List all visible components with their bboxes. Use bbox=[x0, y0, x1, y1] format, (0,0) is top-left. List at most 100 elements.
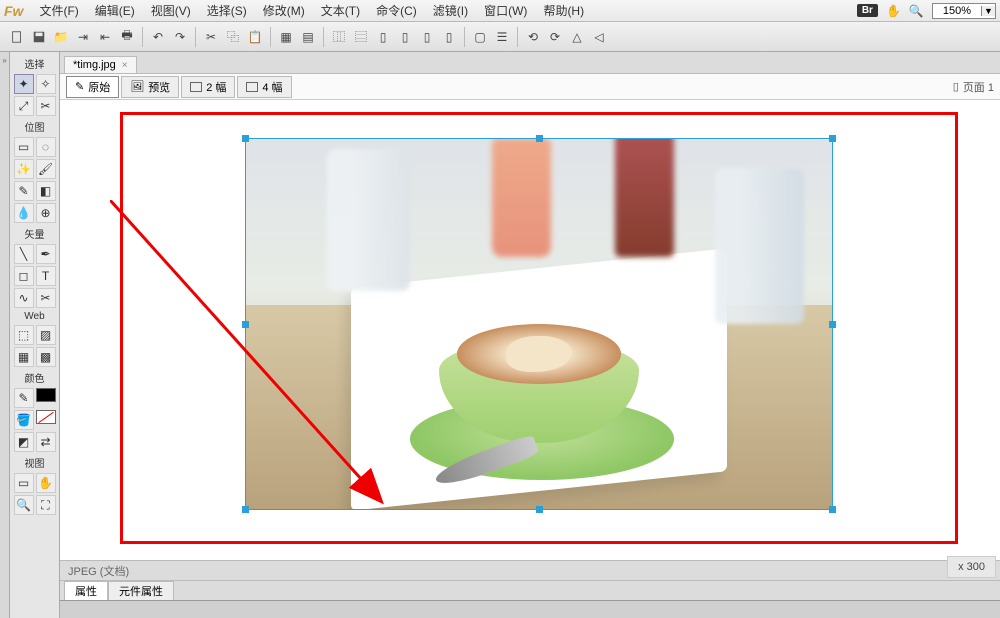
stamp-tool[interactable]: ⊕ bbox=[36, 203, 56, 223]
new-icon[interactable] bbox=[8, 28, 26, 46]
crop-tool[interactable]: ✂ bbox=[36, 96, 56, 116]
tools-color-label: 颜色 bbox=[25, 370, 45, 385]
resize-handle-bm[interactable] bbox=[536, 506, 543, 513]
zoom-icon[interactable]: 🔍 bbox=[909, 4, 924, 18]
layer-icon[interactable]: ▦ bbox=[277, 28, 295, 46]
view-2up-label: 2 幅 bbox=[206, 79, 226, 95]
save-icon[interactable] bbox=[30, 28, 48, 46]
menu-view[interactable]: 视图(V) bbox=[145, 0, 197, 21]
flip-v-icon[interactable]: ◁ bbox=[590, 28, 608, 46]
zoom-select[interactable]: 150% ▼ bbox=[932, 3, 996, 19]
arrange1-icon[interactable]: ▢ bbox=[471, 28, 489, 46]
menu-edit[interactable]: 编辑(E) bbox=[89, 0, 141, 21]
undo-icon[interactable]: ↶ bbox=[149, 28, 167, 46]
knife-tool[interactable]: ✂ bbox=[36, 288, 56, 308]
selection-bounds[interactable] bbox=[245, 138, 833, 510]
align4-icon[interactable]: ▯ bbox=[440, 28, 458, 46]
rotate1-icon[interactable]: ⟲ bbox=[524, 28, 542, 46]
doc-tab[interactable]: *timg.jpg × bbox=[64, 56, 137, 73]
view-bar: ✎ 原始 🖼 预览 2 幅 4 幅 ▯ 页面 1 bbox=[60, 74, 1000, 100]
stroke-picker[interactable]: ✎ bbox=[14, 388, 34, 408]
slice-tool[interactable]: ▨ bbox=[36, 325, 56, 345]
subselect-tool[interactable]: ✧ bbox=[36, 74, 56, 94]
eraser-tool[interactable]: ◧ bbox=[36, 181, 56, 201]
menu-filters[interactable]: 滤镜(I) bbox=[427, 0, 474, 21]
rotate2-icon[interactable]: ⟳ bbox=[546, 28, 564, 46]
screen-mode-tool[interactable]: ▭ bbox=[14, 473, 34, 493]
align2-icon[interactable]: ▯ bbox=[396, 28, 414, 46]
arrange2-icon[interactable]: ☰ bbox=[493, 28, 511, 46]
scale-tool[interactable]: ⤢ bbox=[14, 96, 34, 116]
print-icon[interactable]: 🖶 bbox=[118, 28, 136, 46]
hand-tool[interactable]: ✋ bbox=[36, 473, 56, 493]
swap-colors[interactable]: ⇄ bbox=[36, 432, 56, 452]
flip-h-icon[interactable]: △ bbox=[568, 28, 586, 46]
brush-tool[interactable]: 🖌 bbox=[36, 159, 56, 179]
resize-handle-mr[interactable] bbox=[829, 321, 836, 328]
hand-icon[interactable]: ✋ bbox=[886, 4, 901, 18]
menu-help[interactable]: 帮助(H) bbox=[537, 0, 590, 21]
menu-commands[interactable]: 命令(C) bbox=[370, 0, 423, 21]
blur-tool[interactable]: 💧 bbox=[14, 203, 34, 223]
group-icon[interactable]: ⿲ bbox=[330, 28, 348, 46]
close-icon[interactable]: × bbox=[122, 60, 128, 71]
align3-icon[interactable]: ▯ bbox=[418, 28, 436, 46]
view-preview-button[interactable]: 🖼 预览 bbox=[121, 76, 179, 98]
hotspot-tool[interactable]: ⬚ bbox=[14, 325, 34, 345]
wand-tool[interactable]: ✨ bbox=[14, 159, 34, 179]
menu-window[interactable]: 窗口(W) bbox=[478, 0, 533, 21]
app-logo: Fw bbox=[4, 3, 23, 19]
zoom-tool[interactable]: 🔍 bbox=[14, 495, 34, 515]
fullscreen-tool[interactable]: ⛶ bbox=[36, 495, 56, 515]
separator bbox=[517, 27, 518, 47]
pen-tool[interactable]: ✒ bbox=[36, 244, 56, 264]
view-original-button[interactable]: ✎ 原始 bbox=[66, 76, 119, 98]
menu-select[interactable]: 选择(S) bbox=[201, 0, 253, 21]
pointer-tool[interactable]: ✦ bbox=[14, 74, 34, 94]
hide-slice-tool[interactable]: ▦ bbox=[14, 347, 34, 367]
sidebar-collapse-handle[interactable]: » bbox=[0, 52, 10, 618]
resize-handle-tl[interactable] bbox=[242, 135, 249, 142]
canvas[interactable] bbox=[60, 100, 1000, 560]
resize-handle-br[interactable] bbox=[829, 506, 836, 513]
line-tool[interactable]: ╲ bbox=[14, 244, 34, 264]
pencil-tool[interactable]: ✎ bbox=[14, 181, 34, 201]
resize-handle-ml[interactable] bbox=[242, 321, 249, 328]
resize-handle-bl[interactable] bbox=[242, 506, 249, 513]
stroke-color[interactable] bbox=[36, 388, 56, 402]
fill-color[interactable] bbox=[36, 410, 56, 424]
menu-modify[interactable]: 修改(M) bbox=[257, 0, 311, 21]
fill-picker[interactable]: 🪣 bbox=[14, 410, 34, 430]
chevron-down-icon[interactable]: ▼ bbox=[981, 6, 995, 16]
resize-handle-tr[interactable] bbox=[829, 135, 836, 142]
grid-icon[interactable]: ▤ bbox=[299, 28, 317, 46]
view-4up-button[interactable]: 4 幅 bbox=[237, 76, 291, 98]
prop-tab-component[interactable]: 元件属性 bbox=[108, 581, 174, 600]
image-icon: 🖼 bbox=[130, 80, 144, 93]
view-2up-button[interactable]: 2 幅 bbox=[181, 76, 235, 98]
cut-icon[interactable]: ✂ bbox=[202, 28, 220, 46]
page-icon: ▯ bbox=[953, 80, 959, 93]
lasso-tool[interactable]: ◌ bbox=[36, 137, 56, 157]
menu-file[interactable]: 文件(F) bbox=[33, 0, 84, 21]
freeform-tool[interactable]: ∿ bbox=[14, 288, 34, 308]
open-icon[interactable]: 📁 bbox=[52, 28, 70, 46]
default-colors[interactable]: ◩ bbox=[14, 432, 34, 452]
export-icon[interactable]: ⇤ bbox=[96, 28, 114, 46]
menu-text[interactable]: 文本(T) bbox=[315, 0, 366, 21]
prop-tab-properties[interactable]: 属性 bbox=[64, 581, 108, 600]
show-slice-tool[interactable]: ▩ bbox=[36, 347, 56, 367]
bridge-button[interactable]: Br bbox=[857, 4, 878, 17]
align1-icon[interactable]: ▯ bbox=[374, 28, 392, 46]
redo-icon[interactable]: ↷ bbox=[171, 28, 189, 46]
shape-tool[interactable]: ◻ bbox=[14, 266, 34, 286]
marquee-tool[interactable]: ▭ bbox=[14, 137, 34, 157]
ungroup-icon[interactable]: ⿳ bbox=[352, 28, 370, 46]
text-tool[interactable]: T bbox=[36, 266, 56, 286]
tools-view-label: 视图 bbox=[25, 455, 45, 470]
import-icon[interactable]: ⇥ bbox=[74, 28, 92, 46]
four-pane-icon bbox=[246, 82, 258, 92]
resize-handle-tm[interactable] bbox=[536, 135, 543, 142]
paste-icon[interactable]: 📋 bbox=[246, 28, 264, 46]
copy-icon[interactable]: ⿻ bbox=[224, 28, 242, 46]
